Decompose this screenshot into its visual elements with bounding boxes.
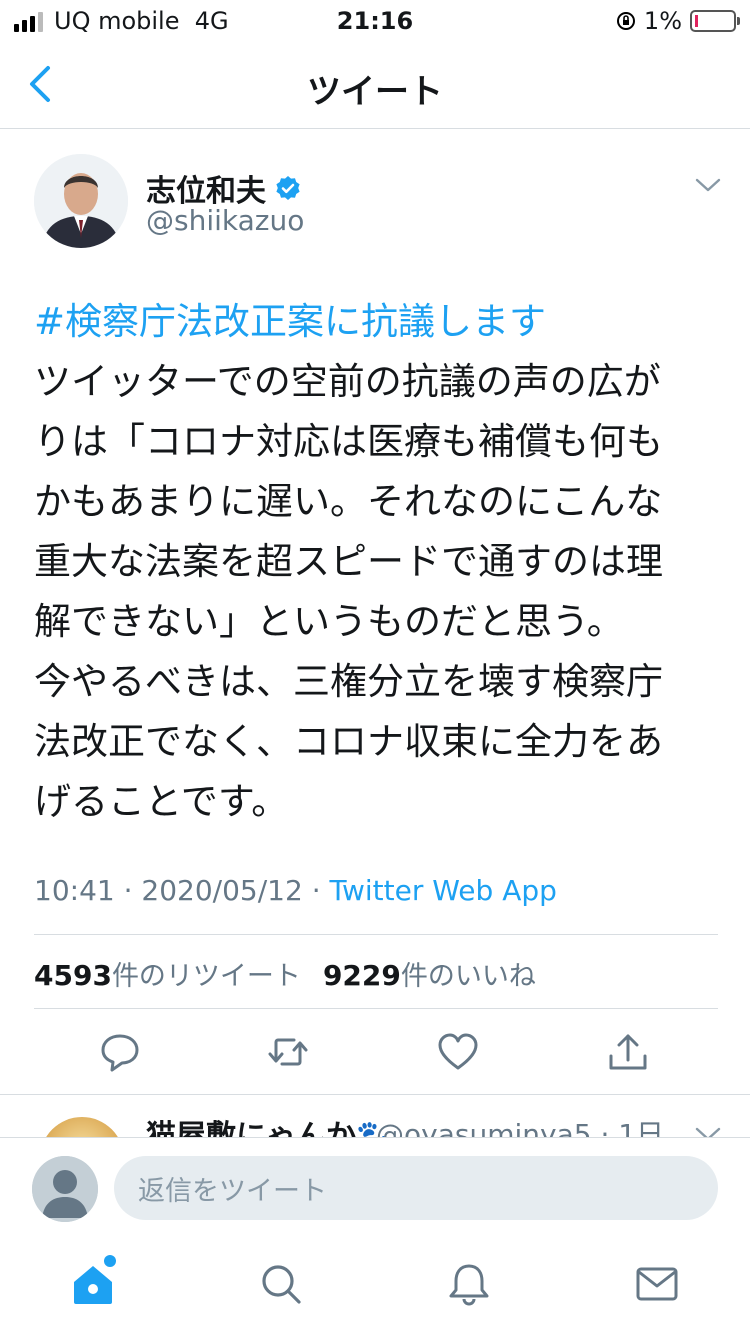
reply-avatar[interactable]: [40, 1117, 124, 1137]
tweet-text: #検察庁法改正案に抗議します ツイッターでの空前の抗議の声の広が りは「コロナ対…: [34, 292, 724, 832]
tweet-line: 法改正でなく、コロナ収束に全力をあ: [34, 720, 663, 763]
battery-percent: 1%: [643, 7, 682, 35]
tweet-line: ツイッターでの空前の抗議の声の広が: [34, 360, 661, 403]
my-avatar[interactable]: [32, 1156, 98, 1222]
tweet-date: 2020/05/12: [141, 874, 303, 907]
author-handle: @shiikazuo: [146, 204, 305, 237]
tweet-line: 重大な法案を超スピードで通すのは理: [34, 540, 663, 583]
tweet-line: りは「コロナ対応は医療も補償も何も: [34, 420, 663, 463]
reply-author-name: 猫屋敷にゃんか🐾: [146, 1119, 394, 1137]
battery-icon: [690, 10, 740, 32]
reply-input-placeholder: 返信をツイート: [138, 1175, 327, 1207]
reply-composer: 返信をツイート: [0, 1137, 750, 1238]
notifications-icon[interactable]: [446, 1261, 492, 1307]
tweet-line: かもあまりに遅い。それなのにこんな: [34, 480, 663, 523]
reply-handle-time: @oyasuminya5 · 1日: [376, 1118, 665, 1137]
tweet-line: 今やるべきは、三権分立を壊す検察庁: [34, 660, 663, 703]
home-icon[interactable]: [70, 1261, 116, 1307]
tab-bar: [0, 1237, 750, 1334]
share-icon[interactable]: [606, 1030, 650, 1074]
home-notification-dot: [104, 1255, 116, 1267]
tweet-stats: 4593件のリツイート 9229件のいいね: [34, 954, 536, 993]
chevron-down-icon[interactable]: [694, 1125, 722, 1137]
retweets-stat[interactable]: 4593件のリツイート: [34, 954, 301, 993]
likes-stat[interactable]: 9229件のいいね: [323, 954, 536, 993]
tweet-time: 10:41: [34, 874, 115, 907]
tweet-meta: 10:41 · 2020/05/12 · Twitter Web App: [34, 874, 557, 907]
reply-input[interactable]: 返信をツイート: [114, 1156, 718, 1220]
verified-badge-icon: [276, 176, 300, 200]
retweet-icon[interactable]: [266, 1030, 310, 1074]
orientation-lock-icon: [616, 12, 635, 30]
tweet-line: 解できない」というものだと思う。: [34, 600, 624, 643]
like-icon[interactable]: [436, 1030, 480, 1074]
reply-item[interactable]: 猫屋敷にゃんか🐾 @oyasuminya5 · 1日: [0, 1095, 750, 1137]
author-avatar[interactable]: [34, 154, 128, 248]
nav-bar: ツイート: [0, 42, 750, 129]
tweet-line: げることです。: [34, 780, 289, 823]
chevron-down-icon[interactable]: [694, 176, 722, 194]
tweet-source-link[interactable]: Twitter Web App: [330, 874, 557, 907]
reply-icon[interactable]: [98, 1030, 142, 1074]
page-title: ツイート: [307, 72, 443, 112]
status-bar: UQ mobile 4G 21:16 1%: [0, 0, 750, 42]
hashtag-link[interactable]: #検察庁法改正案に抗議します: [34, 292, 724, 352]
messages-icon[interactable]: [634, 1261, 680, 1307]
tweet-actions: [0, 1030, 750, 1076]
divider: [34, 1008, 718, 1009]
search-icon[interactable]: [258, 1261, 304, 1307]
divider: [34, 934, 718, 935]
